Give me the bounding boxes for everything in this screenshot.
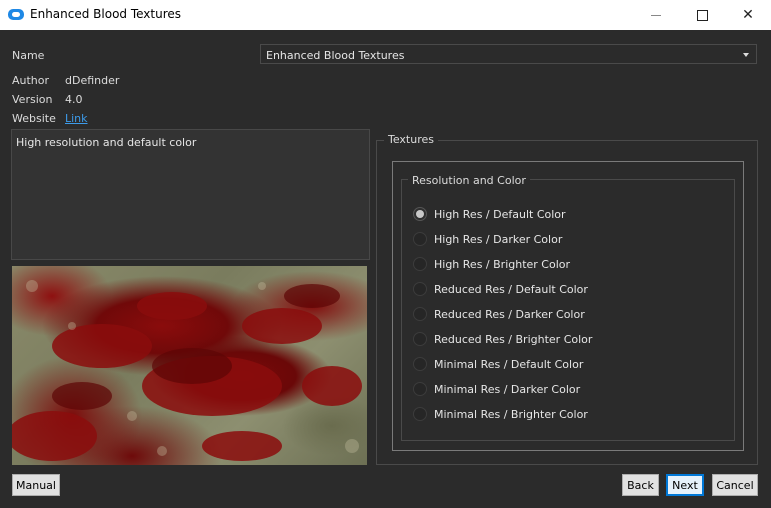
minimize-icon [651,14,661,16]
radio-label: Reduced Res / Default Color [434,282,588,296]
back-button[interactable]: Back [622,474,659,496]
cancel-button[interactable]: Cancel [712,474,758,496]
maximize-button[interactable] [679,0,725,30]
name-select[interactable]: Enhanced Blood Textures [260,44,757,64]
manual-button[interactable]: Manual [12,474,60,496]
radio-label: Reduced Res / Darker Color [434,307,585,321]
radio-option[interactable]: Reduced Res / Darker Color [413,305,585,323]
maximize-icon [696,9,708,21]
texture-preview-image [12,266,367,465]
radio-label: Reduced Res / Brighter Color [434,332,593,346]
radio-option[interactable]: Reduced Res / Brighter Color [413,330,592,348]
radio-option[interactable]: Reduced Res / Default Color [413,280,588,298]
textures-group-title: Textures [384,133,438,146]
radio-option[interactable]: Minimal Res / Default Color [413,355,583,373]
radio-label: Minimal Res / Default Color [434,357,584,371]
radio-label: High Res / Default Color [434,207,566,221]
radio-button[interactable] [413,232,427,246]
close-icon: ✕ [742,7,754,23]
radio-button[interactable] [413,307,427,321]
radio-label: Minimal Res / Darker Color [434,382,581,396]
radio-label: High Res / Darker Color [434,232,563,246]
radio-label: High Res / Brighter Color [434,257,571,271]
radio-option[interactable]: Minimal Res / Brighter Color [413,405,588,423]
close-button[interactable]: ✕ [725,0,771,30]
version-label: Version [12,93,53,106]
description-text: High resolution and default color [16,136,197,149]
title-bar: Enhanced Blood Textures ✕ [0,0,771,30]
description-box: High resolution and default color [11,129,370,260]
name-label: Name [12,49,45,62]
name-select-value: Enhanced Blood Textures [266,49,405,62]
resolution-group-title: Resolution and Color [408,174,530,187]
radio-option[interactable]: High Res / Default Color [413,205,566,223]
radio-option[interactable]: High Res / Brighter Color [413,255,570,273]
radio-label: Minimal Res / Brighter Color [434,407,588,421]
radio-button[interactable] [413,207,427,221]
website-label: Website [12,112,56,125]
author-label: Author [12,74,50,87]
radio-button[interactable] [413,332,427,346]
website-link[interactable]: Link [65,112,88,125]
chevron-down-icon [743,53,749,57]
next-button[interactable]: Next [666,474,704,496]
minimize-button[interactable] [633,0,679,30]
radio-option[interactable]: High Res / Darker Color [413,230,562,248]
blood-splatter-graphic [12,280,362,461]
window-title: Enhanced Blood Textures [30,7,182,21]
radio-button[interactable] [413,357,427,371]
radio-option[interactable]: Minimal Res / Darker Color [413,380,580,398]
app-icon [8,9,24,20]
version-value: 4.0 [65,93,83,106]
radio-button[interactable] [413,407,427,421]
radio-button[interactable] [413,257,427,271]
author-value: dDefinder [65,74,120,87]
radio-button[interactable] [413,382,427,396]
radio-button[interactable] [413,282,427,296]
